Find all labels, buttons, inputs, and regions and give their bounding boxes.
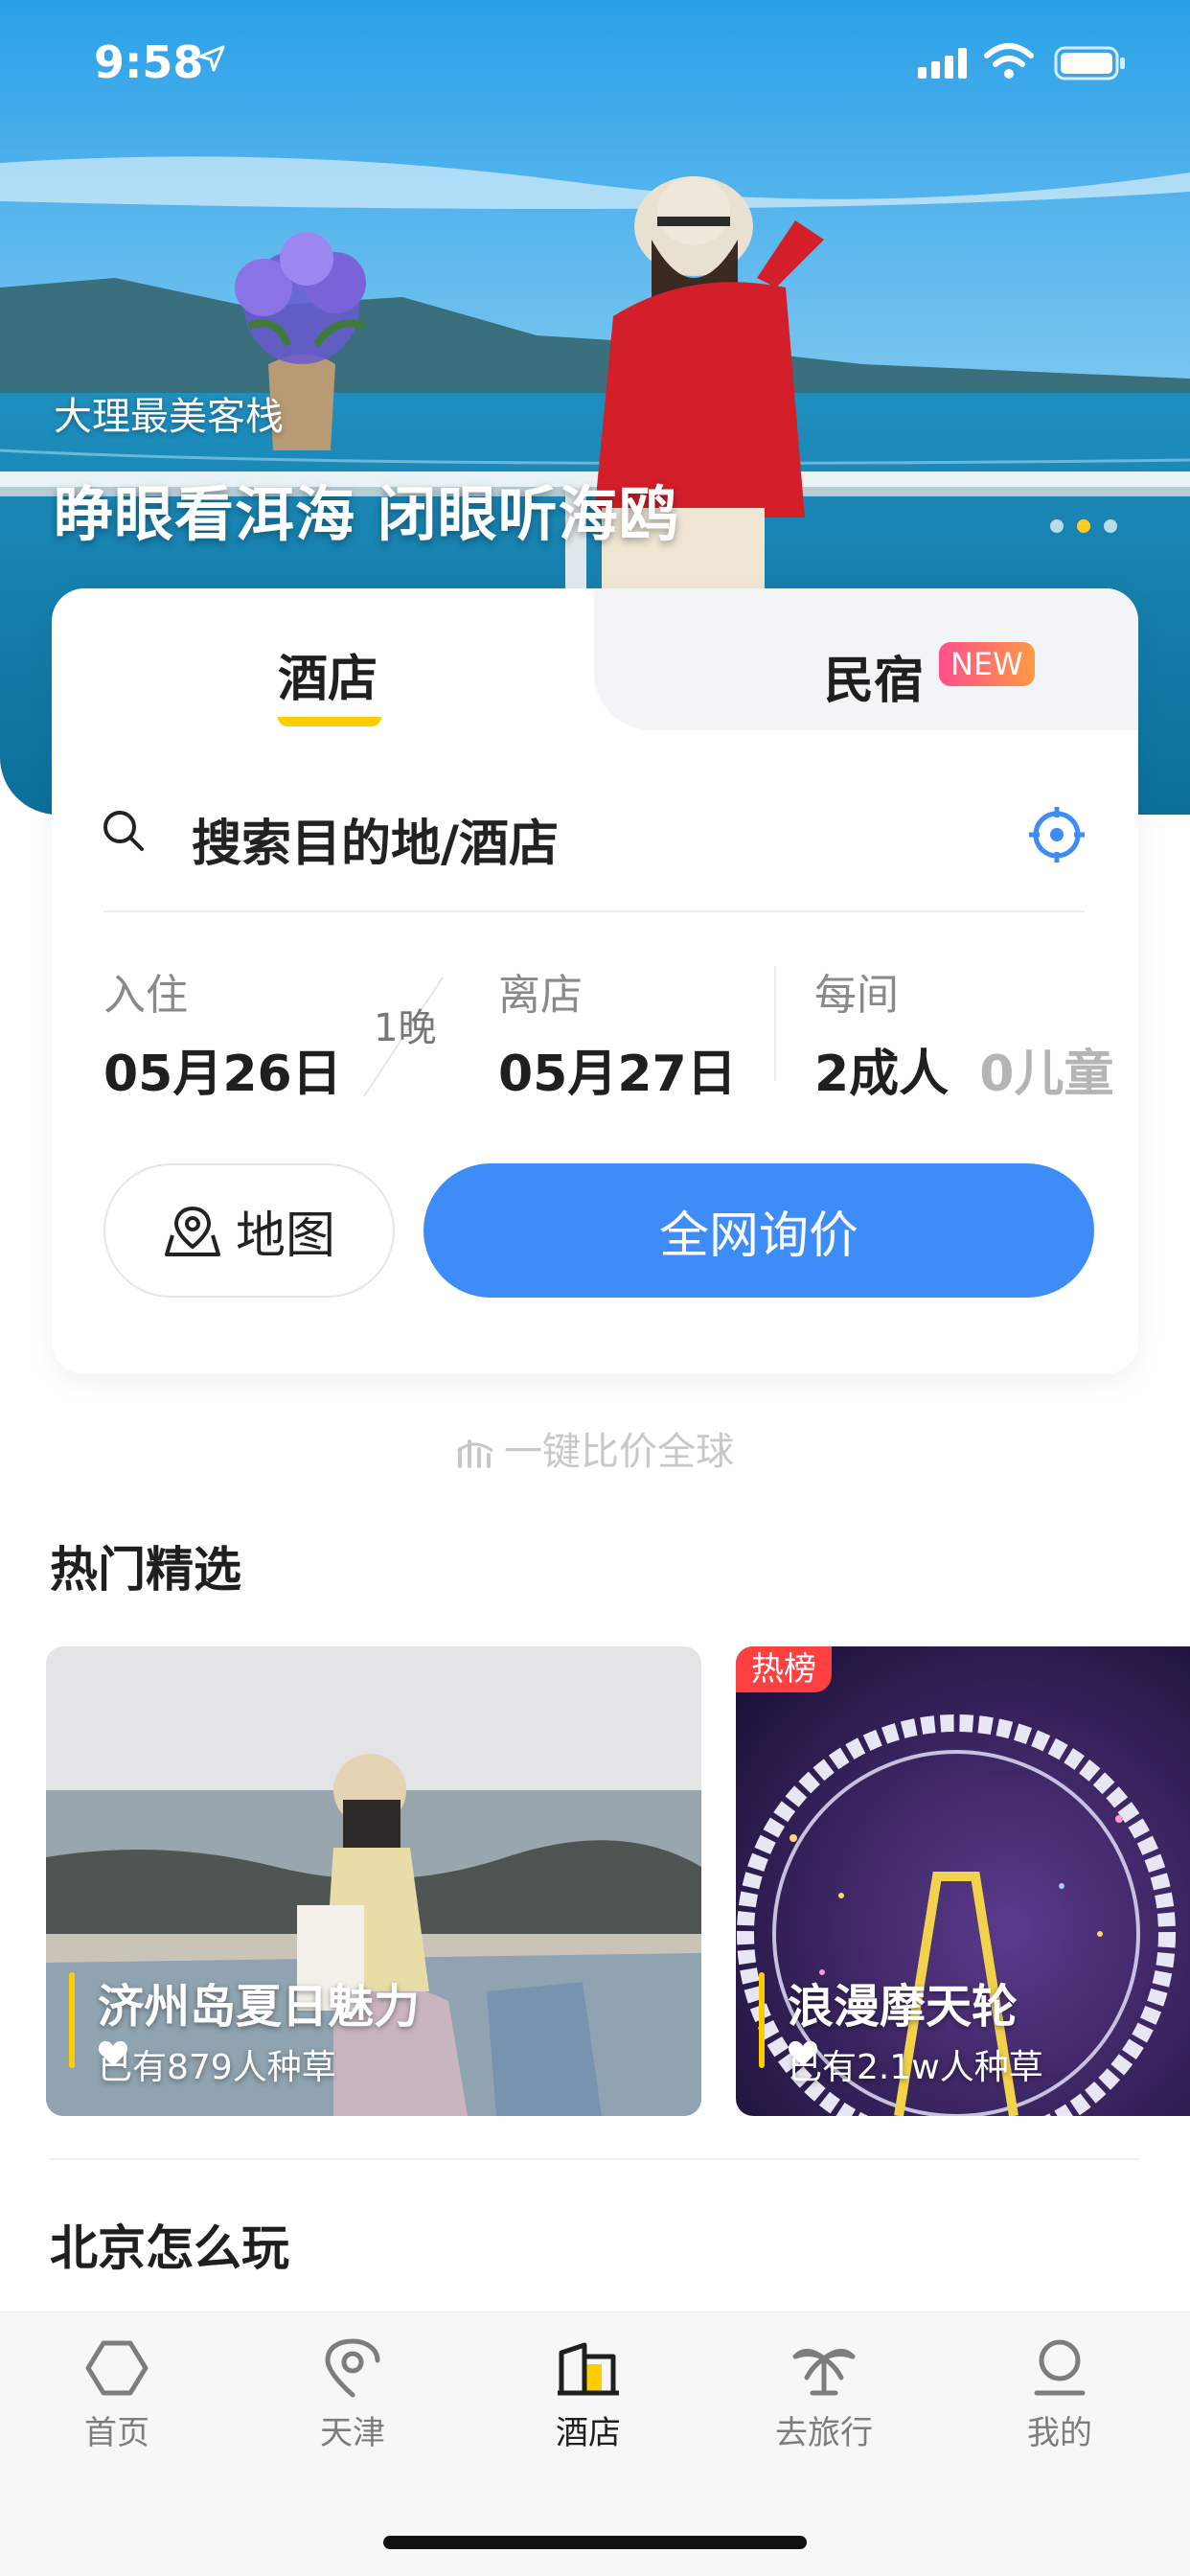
guests-separator xyxy=(774,966,776,1081)
checkout-date[interactable]: 05月27日 xyxy=(498,1033,737,1105)
checkin-date[interactable]: 05月26日 xyxy=(103,1033,342,1105)
destination-search-input[interactable]: 搜索目的地/酒店 xyxy=(192,803,559,875)
carousel-dot xyxy=(1050,519,1064,533)
tab-travel-label: 去旅行 xyxy=(775,2414,873,2452)
checkout-label: 离店 xyxy=(498,971,583,1020)
pick-like-count-text: 已有2.1w人种草 xyxy=(788,2048,1043,2087)
compare-logo-icon xyxy=(457,1439,493,1468)
hotel-icon xyxy=(558,2342,619,2396)
status-bar: 9:58 xyxy=(0,0,1190,126)
cellular-signal-icon xyxy=(918,48,967,79)
tab-hotel-label: 酒店 xyxy=(556,2414,621,2452)
tab-home[interactable]: 首页 xyxy=(40,2337,194,2453)
banner-title: 睁眼看洱海 闭眼听海鸥 xyxy=(54,479,679,549)
tab-profile-label: 我的 xyxy=(1027,2414,1092,2452)
banner-subtitle: 大理最美客栈 xyxy=(54,395,284,439)
compare-tagline-text: 一键比价全球 xyxy=(504,1430,734,1474)
search-icon xyxy=(103,811,144,851)
heart-icon xyxy=(788,2040,818,2066)
map-button-label: 地图 xyxy=(235,1207,335,1265)
map-pin-icon xyxy=(164,1206,220,1256)
status-time: 9:58 xyxy=(94,36,204,88)
tab-hotel-underline xyxy=(278,717,381,726)
pick-like-count-text: 已有879人种草 xyxy=(98,2048,336,2087)
tab-profile[interactable]: 我的 xyxy=(983,2337,1136,2453)
tab-city-label: 天津 xyxy=(320,2414,385,2452)
checkin-label: 入住 xyxy=(103,971,188,1020)
heart-icon xyxy=(98,2040,128,2066)
city-location-icon xyxy=(325,2338,380,2398)
battery-icon xyxy=(1054,46,1125,80)
guests-label: 每间 xyxy=(814,971,899,1020)
palm-tree-icon xyxy=(792,2349,856,2396)
carousel-dot xyxy=(1104,519,1117,533)
tab-hotel-nav[interactable]: 酒店 xyxy=(512,2337,665,2453)
tab-home-label: 首页 xyxy=(84,2414,149,2452)
tab-city[interactable]: 天津 xyxy=(276,2337,429,2453)
carousel-dots xyxy=(1050,519,1117,533)
home-icon xyxy=(85,2340,149,2396)
pick-like-count: 已有2.1w人种草 xyxy=(788,2039,1043,2089)
adults-count: 2成人 xyxy=(814,1046,950,1103)
new-badge: NEW xyxy=(939,642,1035,686)
section-divider xyxy=(50,2158,1140,2160)
home-indicator xyxy=(383,2536,807,2549)
pick-title: 济州岛夏日魅力 xyxy=(98,1980,421,2034)
profile-icon xyxy=(1034,2339,1086,2396)
hot-list-badge: 热榜 xyxy=(736,1646,832,1692)
city-section-title: 北京怎么玩 xyxy=(50,2220,289,2276)
hot-pick-card-2[interactable]: 热榜 浪漫摩天轮 已有2.1w人种草 xyxy=(736,1646,1190,2116)
carousel-dot-active xyxy=(1077,519,1090,533)
children-count: 0儿童 xyxy=(979,1046,1114,1103)
hotel-search-card: 酒店 民宿 NEW 搜索目的地/酒店 入住 05月26日 1晚 离店 05月27… xyxy=(52,588,1138,1374)
tab-travel[interactable]: 去旅行 xyxy=(747,2337,901,2453)
compare-tagline: 一键比价全球 xyxy=(0,1420,1190,1476)
pick-title: 浪漫摩天轮 xyxy=(788,1980,1018,2034)
location-arrow-icon xyxy=(198,45,225,72)
guests-selector[interactable]: 2成人 0儿童 xyxy=(814,1033,1113,1105)
pick-like-count: 已有879人种草 xyxy=(98,2039,336,2089)
nights-count: 1晚 xyxy=(374,1006,437,1050)
pick-accent-bar xyxy=(759,1972,765,2068)
search-divider xyxy=(103,910,1085,912)
hot-picks-title: 热门精选 xyxy=(50,1542,241,1598)
map-button[interactable]: 地图 xyxy=(103,1163,395,1298)
hot-pick-card-1[interactable]: 济州岛夏日魅力 已有879人种草 xyxy=(46,1646,701,2116)
pick-accent-bar xyxy=(69,1972,75,2068)
search-price-button[interactable]: 全网询价 xyxy=(423,1163,1094,1298)
tab-homestay[interactable]: 民宿 xyxy=(824,640,924,712)
current-location-icon[interactable] xyxy=(1027,805,1087,864)
wifi-icon xyxy=(984,43,1034,79)
tab-hotel[interactable]: 酒店 xyxy=(278,638,378,710)
